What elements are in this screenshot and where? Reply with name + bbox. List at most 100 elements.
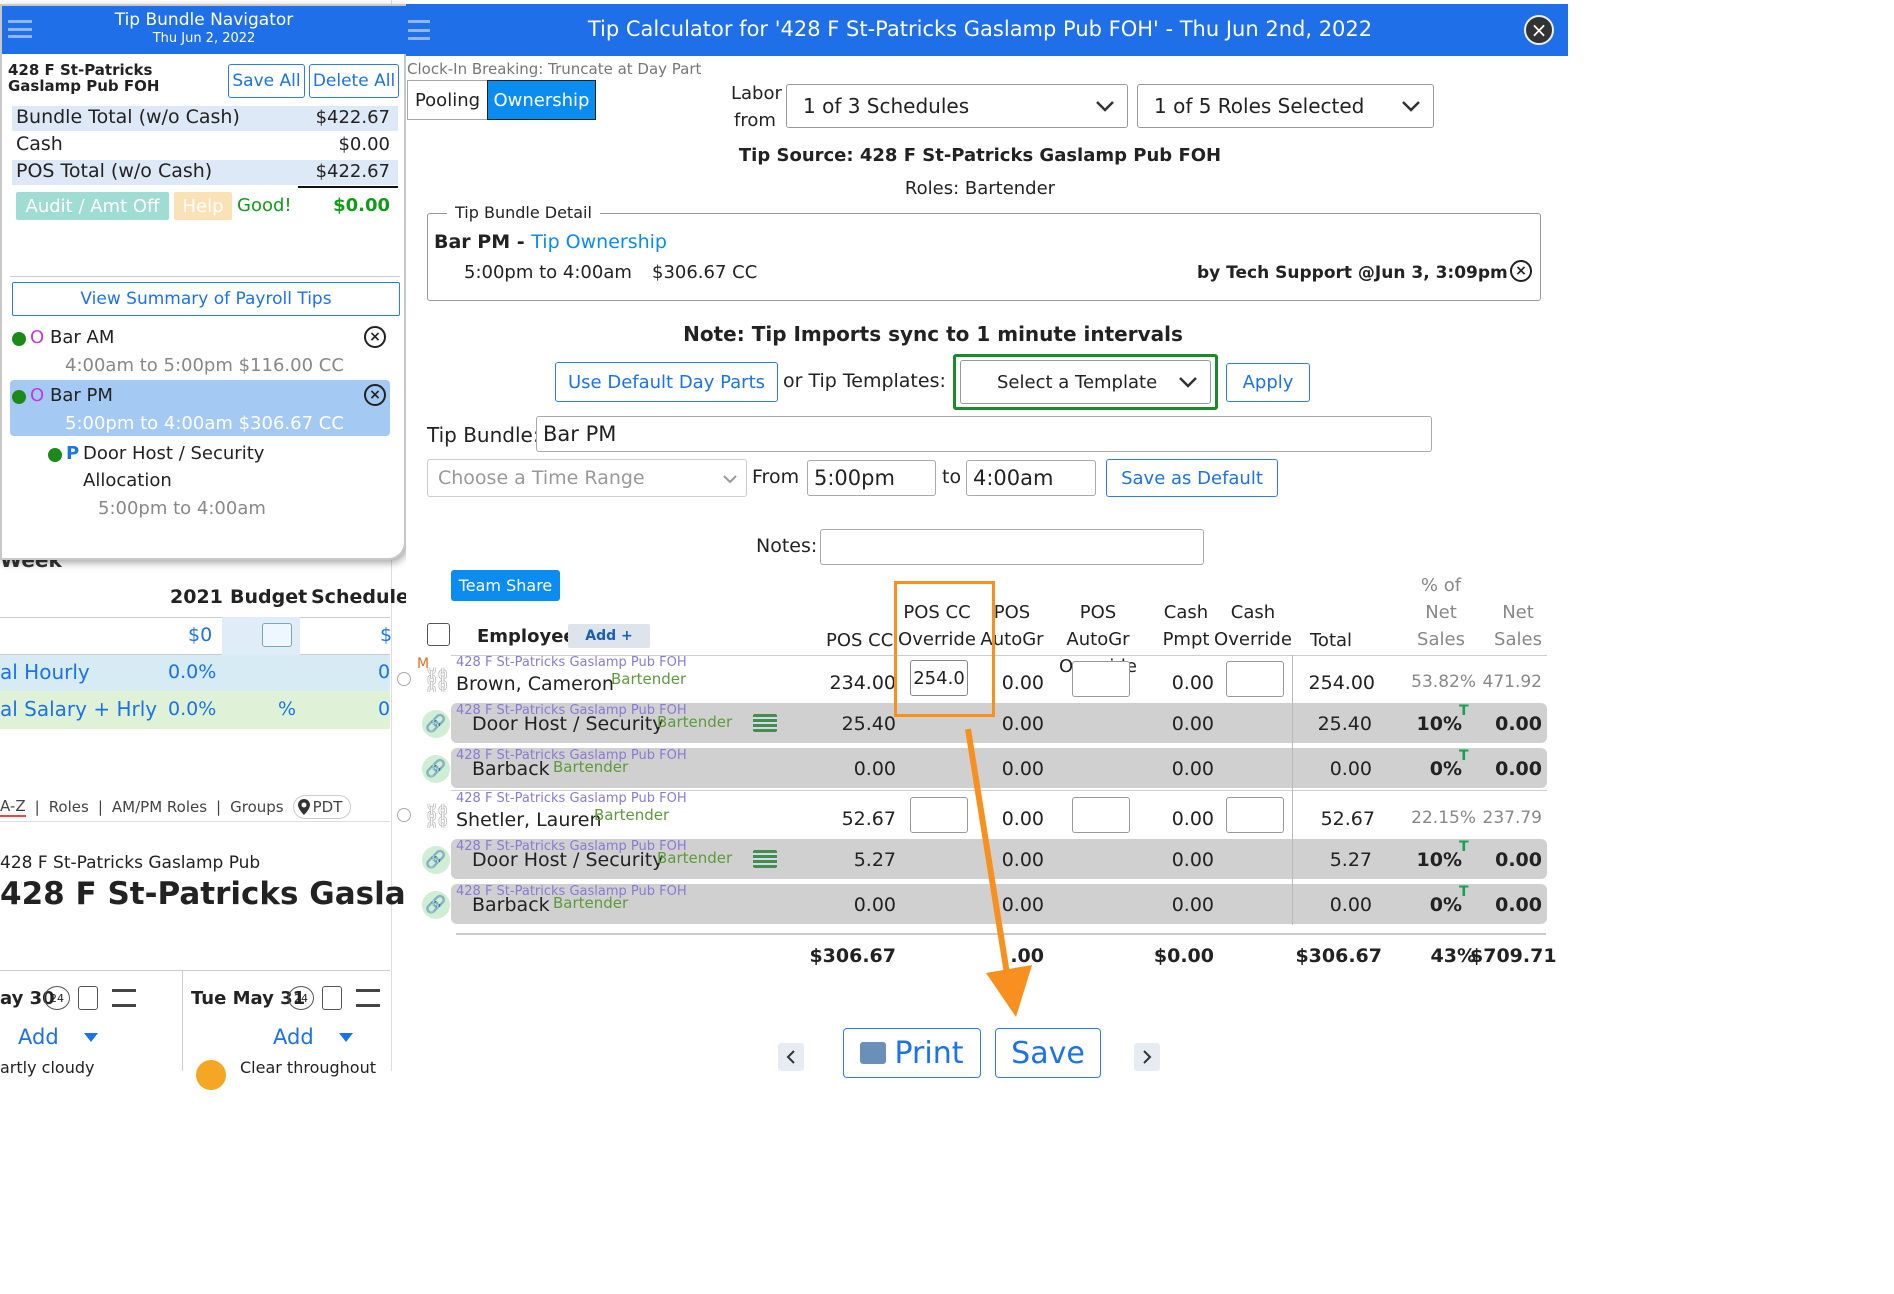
apply-button[interactable]: Apply [1226,363,1310,402]
add-day1-button[interactable]: Add [18,1025,59,1049]
row-radio[interactable] [397,808,411,822]
use-default-day-parts-button[interactable]: Use Default Day Parts [555,362,778,402]
total-pos-cc: $306.67 [809,945,896,967]
tab-roles[interactable]: Roles [49,798,89,816]
chain-link-icon[interactable]: 🔗 [422,891,450,919]
employee-name: Shetler, Lauren [456,809,602,831]
cash-pmpt-value: 0.00 [1171,713,1214,735]
header-line: Pmpt [1162,629,1210,650]
stack-icon[interactable] [356,989,380,1007]
chain-link-icon[interactable]: 🔗 [422,710,450,738]
chain-link-icon[interactable]: 🔗 [422,846,450,874]
next-button[interactable] [1134,1043,1160,1071]
select-all-checkbox[interactable] [427,623,450,646]
chain-link-icon[interactable]: ⛓ [422,802,452,830]
employee-name: Barback [472,894,550,916]
cash-override-input[interactable] [1226,661,1284,697]
tab-sep: | [97,798,103,816]
ownership-tab[interactable]: Ownership [487,80,596,120]
cash-pmpt-value: 0.00 [1171,849,1214,871]
schedules-select[interactable]: 1 of 3 Schedules [786,84,1128,128]
row-org: 428 F St-Patricks Gaslamp Pub FOH [456,791,687,806]
cash-pmpt-value: 0.00 [1171,894,1214,916]
bg-row0-2021: $0 [188,624,213,646]
chevron-down-icon[interactable] [84,1033,98,1042]
detail-name: Bar PM - Tip Ownership [434,231,667,253]
close-circle-icon[interactable]: × [364,384,386,406]
prev-button[interactable] [778,1043,804,1071]
print-button[interactable]: Print [843,1028,981,1078]
net-sales-value: 0.00 [1495,849,1542,871]
save-button[interactable]: Save [995,1028,1101,1078]
chain-link-icon[interactable]: ⛓ [422,666,452,694]
notes-icon[interactable] [322,986,342,1010]
total-value: 254.00 [1308,672,1375,694]
add-employee-button[interactable]: Add + [568,624,650,648]
bg-row2-label: al Salary + Hrly [0,697,158,721]
header-line: Override [1214,629,1292,650]
bg-col-budget: Budget [230,586,308,608]
status-dot-icon [12,332,26,346]
notes-input[interactable] [820,529,1204,565]
view-summary-button[interactable]: View Summary of Payroll Tips [12,282,400,316]
close-circle-icon[interactable]: × [364,326,386,348]
map-pin-icon [297,799,310,815]
save-as-default-button[interactable]: Save as Default [1106,459,1278,497]
from-time-input[interactable]: 5:00pm [807,460,936,496]
chevron-down-icon[interactable] [339,1033,353,1042]
tab-sep: | [34,798,40,816]
bundle-item-bar-am[interactable]: O Bar AM 4:00am to 5:00pm $116.00 CC × [10,322,390,378]
chevron-down-icon [1096,101,1114,112]
sub-allocation-item[interactable]: P Door Host / Security Allocation 5:00pm… [46,438,386,523]
total-value: 25.40 [1317,713,1372,735]
save-label: Save [1011,1035,1085,1071]
tip-bundle-label: Tip Bundle: [427,423,540,447]
sync-note: Note: Tip Imports sync to 1 minute inter… [683,322,1183,346]
tz-pill[interactable]: PDT [292,795,352,819]
detail-time: 5:00pm to 4:00am [464,262,632,283]
pooling-tab[interactable]: Pooling [407,80,487,120]
tip-marker: T [1459,884,1469,900]
close-icon[interactable]: × [1524,15,1554,45]
time-range-select[interactable]: Choose a Time Range [427,459,747,497]
roles-select[interactable]: 1 of 5 Roles Selected [1137,84,1434,128]
tip-source: Tip Source: 428 F St-Patricks Gaslamp Pu… [738,145,1222,166]
audit-button[interactable]: Audit / Amt Off [16,192,169,220]
autogr-override-input[interactable] [1072,797,1130,833]
cash-label: Cash [16,133,63,155]
add-day2-button[interactable]: Add [273,1025,314,1049]
row-radio[interactable] [397,672,411,686]
header-line: % of [1420,575,1462,596]
stack-icon[interactable] [112,989,136,1007]
weather-day1: artly cloudy [0,1058,95,1077]
help-button[interactable]: Help [174,192,232,220]
detail-legend: Tip Bundle Detail [447,203,600,222]
autogr-override-input[interactable] [1072,661,1130,697]
bundle-item-bar-pm[interactable]: O Bar PM 5:00pm to 4:00am $306.67 CC × [10,380,390,436]
tip-marker: T [1459,703,1469,719]
payout-marker: P [66,443,80,464]
tab-ampm-roles[interactable]: AM/PM Roles [112,798,207,816]
bundle-detail: 5:00pm to 4:00am $306.67 CC [65,413,344,434]
close-circle-icon[interactable]: × [1510,260,1532,282]
tab-az[interactable]: A-Z [0,797,26,817]
save-all-button[interactable]: Save All [228,64,305,98]
delete-all-button[interactable]: Delete All [309,64,399,98]
tip-ownership-link[interactable]: Tip Ownership [531,231,667,253]
bg-row0-sched: $ [380,624,393,646]
detail-dash: - [516,231,525,253]
notes-label: Notes: [756,535,818,557]
team-share-button[interactable]: Team Share [451,570,560,601]
cash-override-input[interactable] [1226,797,1284,833]
to-time-input[interactable]: 4:00am [966,460,1096,496]
bg-budget-input[interactable] [262,623,292,647]
cash-value: $0.00 [338,134,390,155]
notes-icon[interactable] [78,986,98,1010]
bg-col-2021: 2021 [170,586,223,608]
tip-bundle-input[interactable]: Bar PM [536,416,1432,452]
chain-link-icon[interactable]: 🔗 [422,755,450,783]
tab-groups[interactable]: Groups [230,798,283,816]
chevron-left-icon [786,1050,795,1064]
tz-label: PDT [312,798,343,816]
template-select[interactable]: Select a Template [960,360,1211,404]
